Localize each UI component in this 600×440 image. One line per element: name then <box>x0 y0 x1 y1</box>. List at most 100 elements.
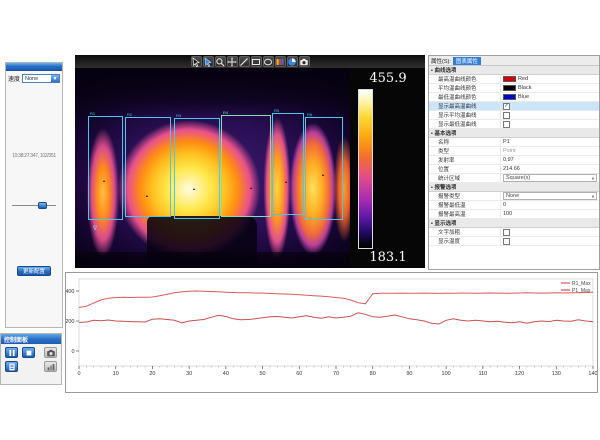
playback-panel-header <box>6 63 62 71</box>
camera-button[interactable] <box>44 347 57 358</box>
roi-R5[interactable]: R5▴ <box>272 113 304 215</box>
property-row[interactable]: 平均温曲线颜色Black <box>429 84 599 93</box>
x-tick-label: 90 <box>406 371 412 377</box>
property-row[interactable]: 位置214.66 <box>429 165 599 174</box>
color-name: Red <box>518 76 528 82</box>
value-dropdown[interactable]: None▼ <box>503 192 597 200</box>
select-arrow-button[interactable] <box>203 56 214 67</box>
pan-button[interactable] <box>227 56 238 67</box>
stop-icon <box>24 348 34 358</box>
property-row[interactable]: 文字加粗 <box>429 228 599 237</box>
line-tool-button[interactable] <box>239 56 250 67</box>
value-field[interactable]: 0 <box>503 202 506 208</box>
value-dropdown[interactable]: Square(s)▼ <box>503 174 597 182</box>
roi-R1[interactable]: R1▴ <box>88 116 123 220</box>
property-row[interactable]: 类型Point <box>429 147 599 156</box>
roi-R3[interactable]: R3▴ <box>174 118 220 219</box>
slider-handle[interactable] <box>38 202 47 209</box>
legend-label-R1_Max: R1_Max <box>572 281 591 287</box>
settings-button[interactable] <box>44 361 57 372</box>
analysis-button[interactable] <box>287 56 298 67</box>
checkbox[interactable] <box>503 112 510 119</box>
checkbox[interactable] <box>503 229 510 236</box>
property-panel-caption: 属性(S): 图表属性 <box>429 56 599 66</box>
speed-dropdown-value: None <box>25 76 38 82</box>
property-row[interactable]: 统计区域Square(s)▼ <box>429 174 599 183</box>
x-tick-label: 120 <box>515 371 524 377</box>
thermal-image[interactable]: R1▴R2▴R3▴R4▴R5▴R6▴ ∇ <box>75 68 350 268</box>
ellipse-tool-icon <box>263 57 273 67</box>
roi-R4[interactable]: R4▴ <box>221 115 271 217</box>
app-window: { "left_panel": { "header": "", "speed_l… <box>0 0 600 440</box>
palette-button[interactable] <box>275 56 286 67</box>
temperature-chart[interactable]: 0102030405060708090100110120130140020040… <box>66 273 597 392</box>
speed-dropdown[interactable]: None ▼ <box>22 74 60 83</box>
roi-R6[interactable]: R6▴ <box>305 117 343 220</box>
slider-track[interactable] <box>12 205 56 206</box>
property-tab-active[interactable]: 图表属性 <box>453 57 481 65</box>
control-panel: 控制面板 <box>0 333 62 385</box>
frame-slider[interactable] <box>12 202 56 209</box>
property-row[interactable]: 报警最低温0 <box>429 201 599 210</box>
rectangle-tool-button[interactable] <box>251 56 262 67</box>
ellipse-tool-button[interactable] <box>263 56 274 67</box>
report-button[interactable] <box>5 361 18 372</box>
roi-R2[interactable]: R2▴ <box>125 117 171 217</box>
property-section-header[interactable]: ▪ 曲线选项 <box>429 66 599 75</box>
select-arrow-icon <box>203 57 213 67</box>
dropdown-value: None <box>506 193 519 199</box>
property-row[interactable]: 显示最高温曲线✓ <box>429 102 599 111</box>
temperature-colorbar[interactable] <box>358 89 373 249</box>
x-tick-label: 20 <box>149 371 155 377</box>
property-row[interactable]: 显示温度 <box>429 237 599 246</box>
property-section-header[interactable]: ▪ 显示选项 <box>429 219 599 228</box>
x-tick-label: 30 <box>186 371 192 377</box>
value-field[interactable]: P1 <box>503 139 510 145</box>
section-title: ▪ 基本选项 <box>429 129 456 137</box>
palette-icon <box>275 57 285 67</box>
property-row[interactable]: 显示最低温曲线 <box>429 120 599 129</box>
property-label: 显示温度 <box>429 237 501 245</box>
value-field[interactable]: 100 <box>503 211 512 217</box>
value-field[interactable]: 0.97 <box>503 157 514 163</box>
property-row[interactable]: 发射率0.97 <box>429 156 599 165</box>
pause-button[interactable] <box>5 347 18 358</box>
cursor-marker-icon: ∇ <box>93 226 97 232</box>
cursor-button[interactable] <box>191 56 202 67</box>
roi-label: R3 <box>176 114 181 118</box>
chevron-down-icon[interactable]: ▼ <box>51 75 59 82</box>
checkbox[interactable] <box>503 238 510 245</box>
stop-button[interactable] <box>22 347 35 358</box>
property-label: 统计区域 <box>429 174 501 182</box>
playback-panel: 速度 None ▼ 10:38:27.347, 102/351 更新配置 <box>5 62 63 328</box>
property-row[interactable]: 报警类型None▼ <box>429 192 599 201</box>
pan-icon <box>227 57 237 67</box>
value-field[interactable]: 214.66 <box>503 166 520 172</box>
checkbox[interactable]: ✓ <box>503 103 510 110</box>
x-tick-label: 10 <box>113 371 119 377</box>
roi-marker-icon: ▴ <box>285 180 288 183</box>
snapshot-button[interactable] <box>299 56 310 67</box>
property-row[interactable]: 报警最高温100 <box>429 210 599 219</box>
color-swatch <box>503 76 516 82</box>
x-tick-label: 100 <box>442 371 451 377</box>
x-tick-label: 110 <box>478 371 487 377</box>
property-row[interactable]: 最高温曲线颜色Red <box>429 75 599 84</box>
property-row[interactable]: 显示平均温曲线 <box>429 111 599 120</box>
property-row[interactable]: 名称P1 <box>429 138 599 147</box>
update-config-button[interactable]: 更新配置 <box>17 266 51 276</box>
scale-max-value: 455.9 <box>358 71 418 86</box>
property-label: 报警最高温 <box>429 210 501 218</box>
roi-marker-icon: ▴ <box>250 186 253 189</box>
property-section-header[interactable]: ▪ 报警选项 <box>429 183 599 192</box>
property-label: 位置 <box>429 165 501 173</box>
zoom-button[interactable] <box>215 56 226 67</box>
property-row[interactable]: 最低温曲线颜色Blue <box>429 93 599 102</box>
property-section-header[interactable]: ▪ 基本选项 <box>429 129 599 138</box>
roi-label: R4 <box>223 111 228 115</box>
rectangle-tool-icon <box>251 57 261 67</box>
checkbox[interactable] <box>503 121 510 128</box>
scale-min-value: 183.1 <box>358 250 418 265</box>
x-tick-label: 40 <box>223 371 229 377</box>
property-label: 显示最高温曲线 <box>429 102 501 110</box>
